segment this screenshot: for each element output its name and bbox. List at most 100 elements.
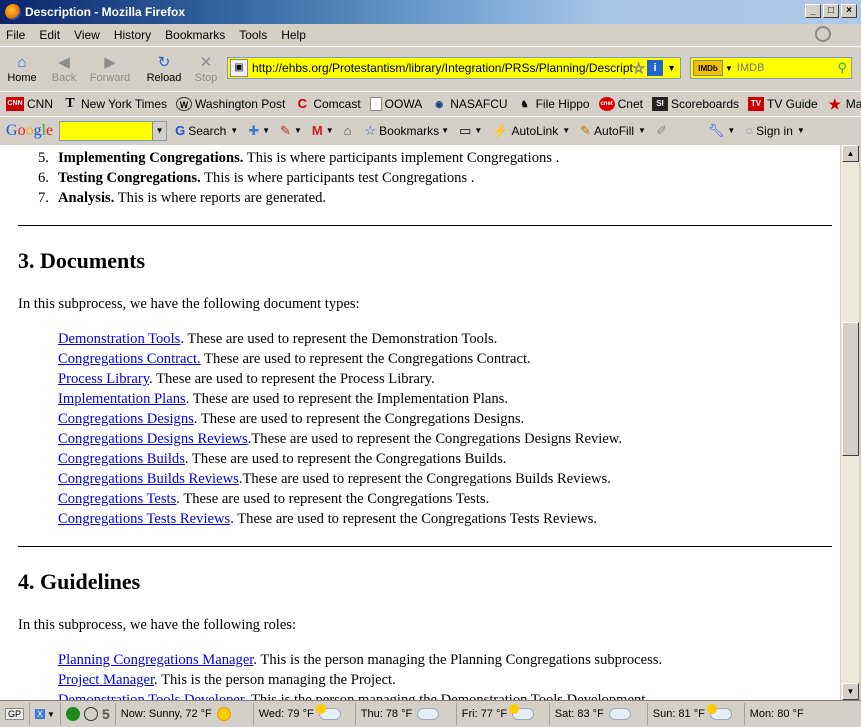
dropdown-icon[interactable]: ▼ — [230, 126, 238, 135]
home-button[interactable]: ⌂ Home — [2, 54, 42, 84]
google-plus-button[interactable]: ✚ ▼ — [248, 123, 270, 139]
dropdown-icon[interactable]: ▼ — [294, 126, 302, 135]
weather-now[interactable]: Now: Sunny, 72 °F — [116, 703, 254, 725]
bookmark-cnet[interactable]: cnet Cnet — [598, 96, 643, 111]
imdb-engine-icon[interactable]: IMDb — [693, 60, 723, 76]
reload-button[interactable]: ↻ Reload — [144, 54, 184, 84]
document-link[interactable]: Process Library — [58, 371, 149, 387]
close-button[interactable]: × — [841, 4, 857, 18]
bookmark-cnn[interactable]: CNN CNN — [6, 96, 53, 111]
menu-tools[interactable]: Tools — [239, 28, 267, 42]
weather-thu[interactable]: Thu: 78 °F — [356, 703, 457, 725]
document-link[interactable]: Congregations Designs Reviews — [58, 431, 248, 447]
google-bookmarks-button[interactable]: ☆ Bookmarks ▼ — [364, 123, 449, 139]
bookmark-nasafcu[interactable]: ◉ NASAFCU — [431, 97, 507, 111]
role-link[interactable]: Project Manager — [58, 672, 154, 688]
sign-in-button[interactable]: ○ Sign in ▼ — [745, 123, 804, 138]
url-text[interactable]: http://ehbs.org/Protestantism/library/In… — [252, 61, 633, 75]
info-icon[interactable]: i — [647, 60, 664, 76]
weather-wed[interactable]: Wed: 79 °F — [254, 703, 356, 725]
bookmark-star-icon[interactable]: ☆ — [632, 59, 646, 77]
menu-edit[interactable]: Edit — [39, 28, 60, 42]
search-icon[interactable]: ⚲ — [837, 60, 847, 76]
dropdown-icon[interactable]: ▼ — [727, 126, 735, 135]
bookmark-file-hippo[interactable]: ♞ File Hippo — [517, 97, 590, 111]
document-link[interactable]: Congregations Builds — [58, 451, 185, 467]
addon-status[interactable]: X ▼ — [30, 703, 61, 725]
google-building-button[interactable]: ⌂ — [344, 123, 355, 138]
google-bookmark-tag-button[interactable]: ✎ ▼ — [280, 123, 302, 139]
guidelines-intro: In this subprocess, we have the followin… — [18, 617, 297, 633]
dropdown-icon[interactable]: ▼ — [262, 126, 270, 135]
url-bar[interactable]: ▣ http://ehbs.org/Protestantism/library/… — [227, 57, 681, 79]
dropdown-icon[interactable]: ▼ — [326, 126, 334, 135]
gp-badge[interactable]: GP — [0, 703, 31, 725]
document-link[interactable]: Congregations Contract. — [58, 351, 201, 367]
bookmark-new-york-times[interactable]: T New York Times — [62, 96, 167, 111]
google-logo: Google — [6, 121, 54, 139]
document-link[interactable]: Congregations Designs — [58, 411, 194, 427]
autolink-button[interactable]: ⚡ AutoLink ▼ — [492, 123, 570, 139]
menu-help[interactable]: Help — [281, 28, 306, 42]
document-link[interactable]: Demonstration Tools — [58, 331, 180, 347]
google-search-input[interactable]: ▼ — [59, 120, 168, 141]
scroll-up-button[interactable]: ▲ — [842, 145, 859, 162]
document-link[interactable]: Implementation Plans — [58, 391, 186, 407]
autofill-button[interactable]: ✎ AutoFill ▼ — [580, 123, 646, 139]
bookmark-mapquest[interactable]: ★MapQuest — [827, 97, 861, 111]
search-input[interactable]: IMDB — [737, 62, 838, 74]
bookmark-scoreboards[interactable]: SI Scoreboards — [651, 96, 739, 111]
bookmark-washington-post[interactable]: W Washington Post — [176, 96, 285, 111]
forward-button[interactable]: ▶ Forward — [86, 54, 134, 84]
bookmark-comcast[interactable]: C Comcast — [294, 96, 361, 111]
document-link[interactable]: Congregations Tests — [58, 491, 176, 507]
vertical-scrollbar[interactable]: ▲ ▼ — [840, 145, 859, 700]
dropdown-icon[interactable]: ▼ — [47, 710, 55, 719]
list-item: Demonstration Tools Developer. This is t… — [58, 692, 662, 700]
weather-fri[interactable]: Fri: 77 °F — [457, 703, 550, 725]
document-link[interactable]: Congregations Tests Reviews — [58, 511, 230, 527]
scroll-down-button[interactable]: ▼ — [842, 683, 859, 700]
google-search-button[interactable]: G Search ▼ — [175, 123, 238, 138]
back-button[interactable]: ◀ Back — [44, 54, 84, 84]
document-link[interactable]: Congregations Builds Reviews — [58, 471, 239, 487]
menu-history[interactable]: History — [114, 28, 151, 42]
settings-button[interactable]: 🔧︎ ▼ — [708, 123, 735, 139]
weather-mon[interactable]: Mon: 80 °F — [745, 703, 809, 725]
clock-icon[interactable] — [83, 707, 98, 721]
dropdown-icon[interactable]: ▼ — [797, 126, 805, 135]
minimize-button[interactable]: _ — [805, 4, 821, 18]
bookmark-oowa[interactable]: OOWA — [369, 96, 422, 111]
documents-heading: 3. Documents — [18, 248, 146, 273]
scroll-thumb[interactable] — [842, 322, 859, 456]
autofill-icon: ✎ — [580, 122, 592, 138]
divider — [18, 546, 832, 547]
menu-view[interactable]: View — [74, 28, 100, 42]
weather-sun[interactable]: Sun: 81 °F — [648, 703, 745, 725]
gmail-button[interactable]: M ▼ — [312, 123, 334, 138]
stop-button[interactable]: ✕ Stop — [186, 54, 226, 84]
green-status-icon[interactable] — [65, 707, 80, 721]
engine-dropdown-icon[interactable]: ▼ — [725, 64, 733, 73]
dropdown-icon[interactable]: ▼ — [638, 126, 646, 135]
url-dropdown-icon[interactable]: ▼ — [667, 63, 676, 73]
menu-bookmarks[interactable]: Bookmarks — [165, 28, 225, 42]
list-item: 5. Implementing Congregations. This is wh… — [38, 150, 560, 166]
bookmarks-toolbar: CNN CNN T New York Times W Washington Post … — [0, 91, 861, 115]
google-dropdown-icon[interactable]: ▼ — [152, 121, 167, 140]
role-link[interactable]: Demonstration Tools Developer — [58, 692, 244, 700]
si-icon: SI — [651, 96, 668, 111]
weather-sat[interactable]: Sat: 83 °F — [550, 703, 648, 725]
list-item: Congregations Designs. These are used to… — [58, 411, 525, 427]
dropdown-icon[interactable]: ▼ — [474, 126, 482, 135]
highlighter-button[interactable]: ✐ — [656, 123, 670, 139]
menu-file[interactable]: File — [6, 28, 25, 42]
search-bar[interactable]: IMDb ▼ IMDB ⚲ — [690, 57, 852, 79]
role-link[interactable]: Planning Congregations Manager — [58, 652, 253, 668]
dropdown-icon[interactable]: ▼ — [441, 126, 449, 135]
bookmark-tv-guide[interactable]: TV TV Guide — [748, 96, 818, 111]
maximize-button[interactable]: □ — [823, 4, 839, 18]
dropdown-icon[interactable]: ▼ — [562, 126, 570, 135]
google-popup-button[interactable]: ▭ ▼ — [459, 123, 482, 139]
back-arrow-icon: ◀ — [58, 53, 70, 71]
